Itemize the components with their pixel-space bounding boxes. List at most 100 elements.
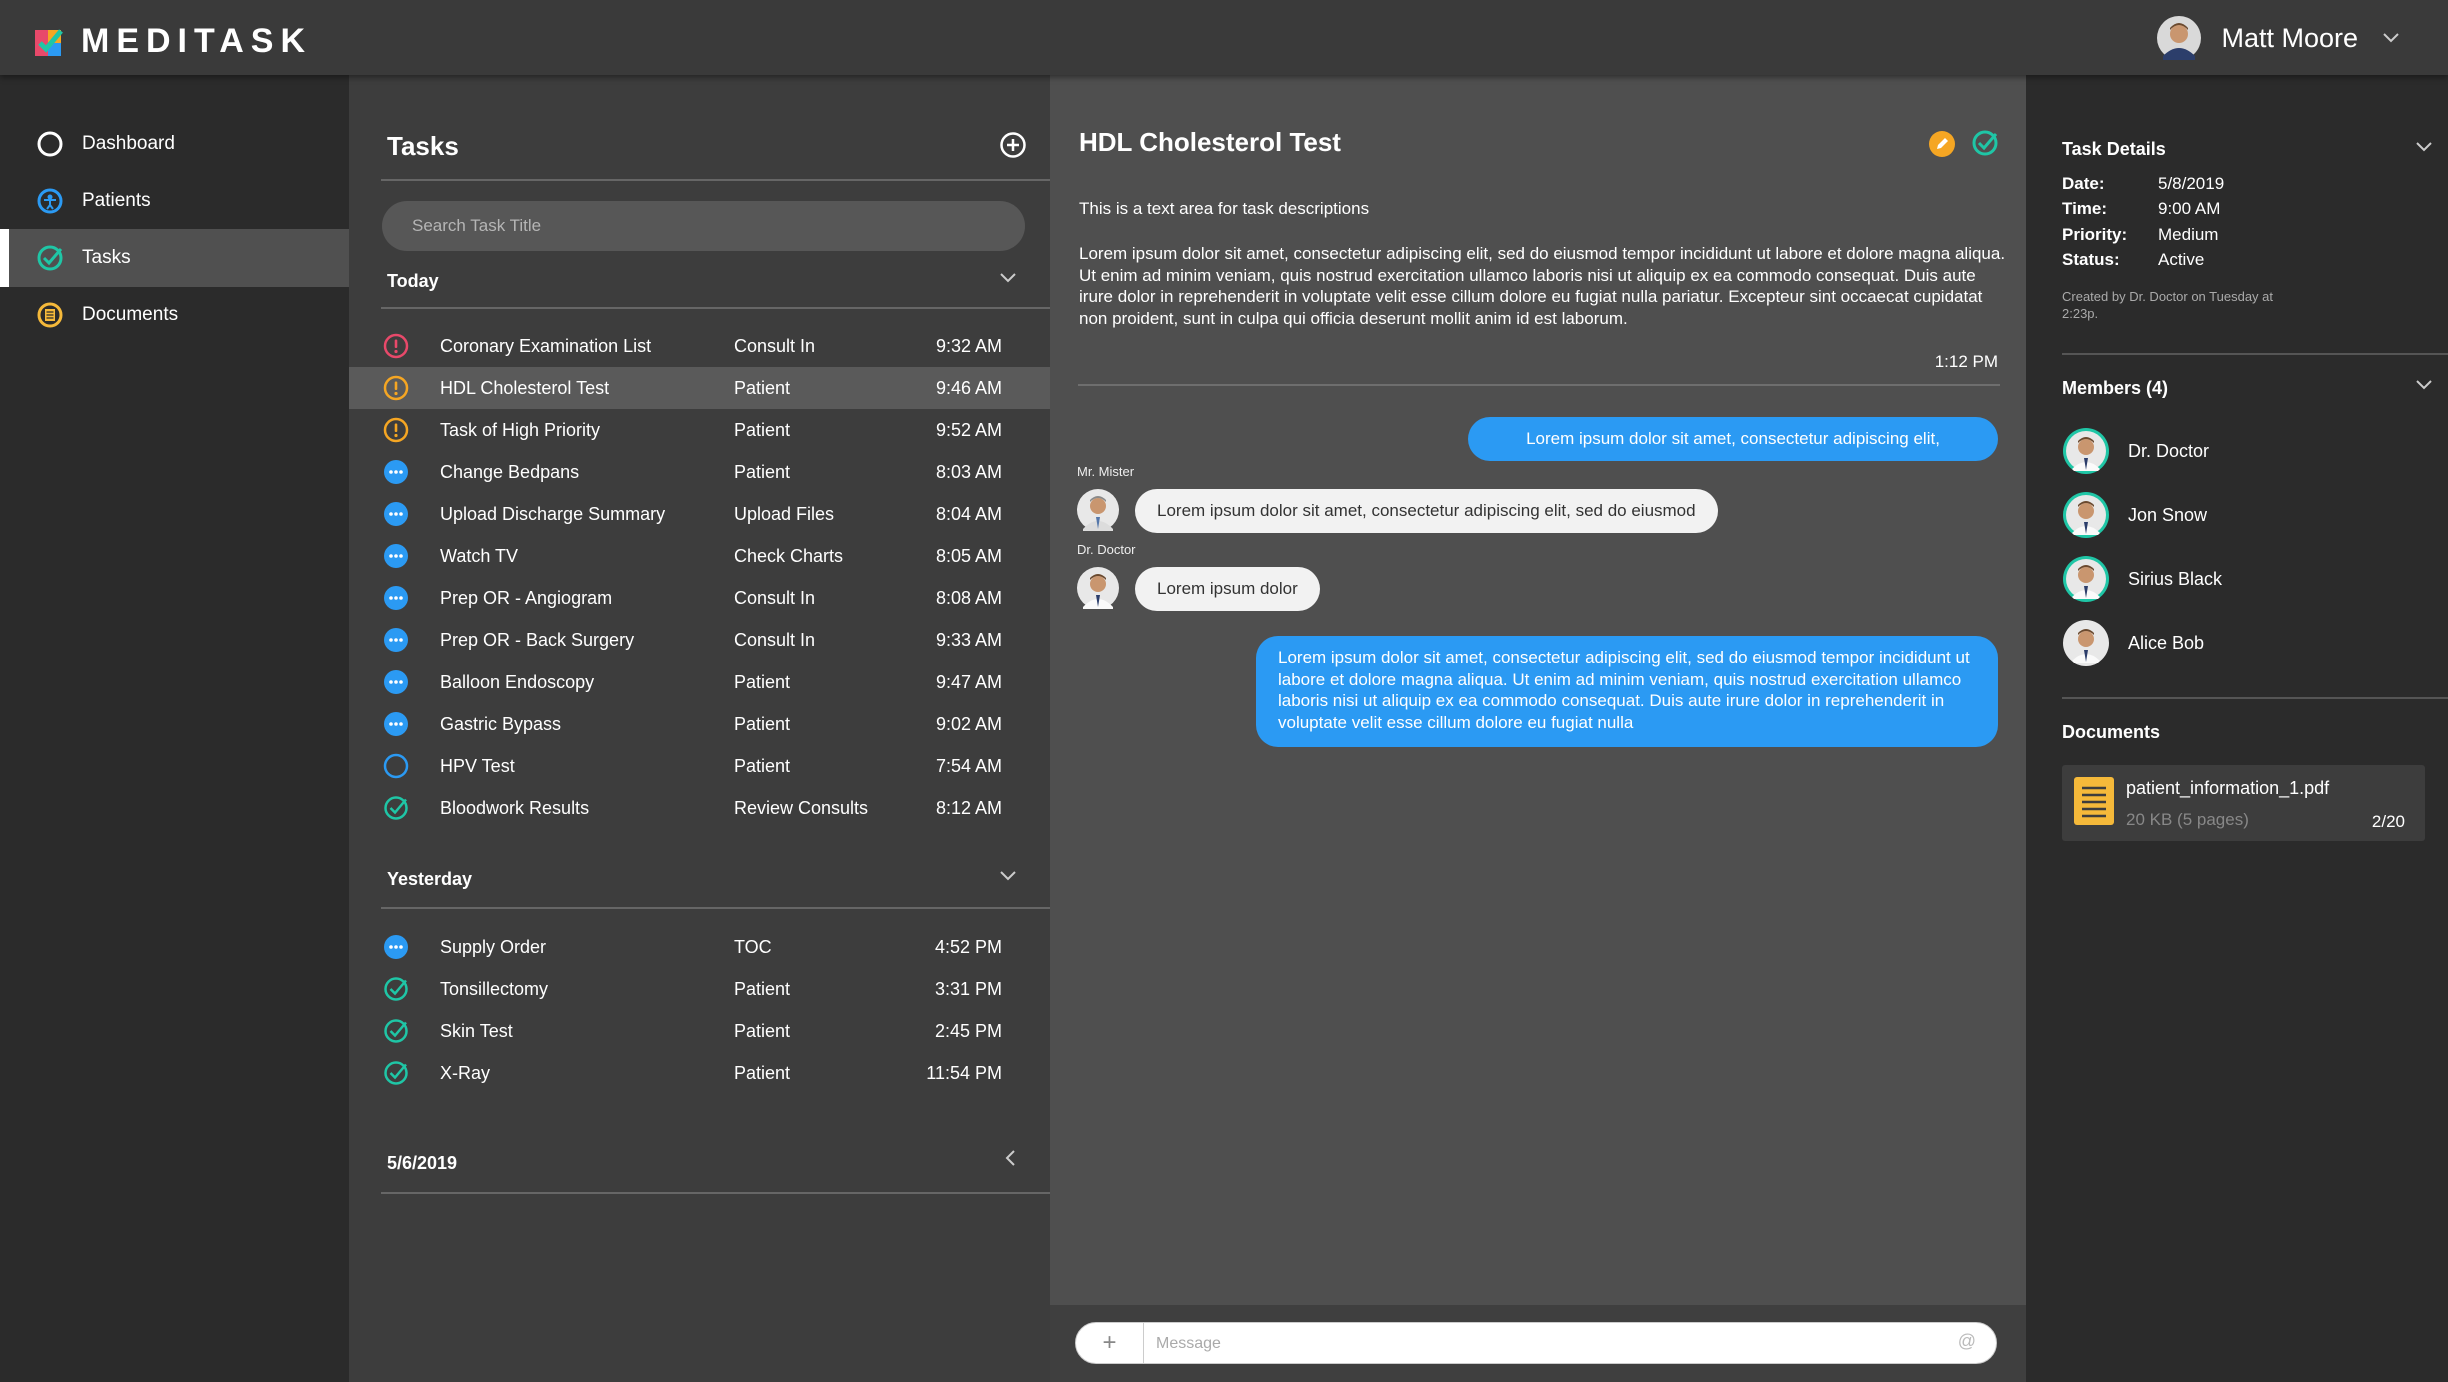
task-row[interactable]: Balloon Endoscopy Patient 9:47 AM <box>349 661 1050 703</box>
sidebar-item-documents[interactable]: Documents <box>0 286 349 344</box>
message-text: Lorem ipsum dolor sit amet, consectetur … <box>1278 648 1970 732</box>
member-item[interactable]: Sirius Black <box>2062 555 2222 603</box>
task-time: 9:02 AM <box>935 713 1002 734</box>
add-task-icon[interactable] <box>999 131 1027 159</box>
member-item[interactable]: Dr. Doctor <box>2062 427 2209 475</box>
task-type: Consult In <box>734 587 816 608</box>
task-type: Patient <box>734 671 791 692</box>
task-row[interactable]: HDL Cholesterol Test Patient 9:46 AM <box>349 367 1050 409</box>
message-incoming: Lorem ipsum dolor sit amet, consectetur … <box>1135 489 1718 533</box>
attach-button[interactable]: + <box>1076 1323 1144 1363</box>
task-title: HDL Cholesterol Test <box>1079 127 1341 157</box>
document-name: patient_information_1.pdf <box>2126 778 2330 798</box>
chevron-down-icon[interactable] <box>2415 379 2433 391</box>
task-row[interactable]: Skin Test Patient 2:45 PM <box>349 1010 1050 1052</box>
task-row[interactable]: Watch TV Check Charts 8:05 AM <box>349 535 1050 577</box>
member-name: Sirius Black <box>2128 568 2223 589</box>
divider <box>381 1192 1050 1194</box>
avatar[interactable] <box>1077 567 1119 609</box>
task-name: Coronary Examination List <box>440 335 652 356</box>
task-row[interactable]: X-Ray Patient 11:54 PM <box>349 1052 1050 1094</box>
task-row[interactable]: Tonsillectomy Patient 3:31 PM <box>349 968 1050 1010</box>
sidebar-item-label: Patients <box>82 190 151 211</box>
member-name: Alice Bob <box>2128 632 2205 653</box>
task-row[interactable]: Bloodwork Results Review Consults 8:12 AM <box>349 787 1050 829</box>
detail-key: Time: <box>2062 199 2108 218</box>
chevron-down-icon[interactable] <box>999 870 1017 882</box>
app-name: MEDITASK <box>81 22 313 60</box>
avatar <box>2063 556 2109 602</box>
task-type: Upload Files <box>734 503 835 524</box>
edit-icon[interactable] <box>1929 131 1955 157</box>
document-page: 2/20 <box>2371 812 2405 831</box>
task-row[interactable]: Prep OR - Back Surgery Consult In 9:33 AM <box>349 619 1050 661</box>
task-time: 9:52 AM <box>935 419 1002 440</box>
chevron-down-icon <box>2383 33 2399 43</box>
check-circle-icon <box>37 245 63 271</box>
task-row[interactable]: Coronary Examination List Consult In 9:32 … <box>349 325 1050 367</box>
task-row[interactable]: HPV Test Patient 7:54 AM <box>349 745 1050 787</box>
task-time: 8:03 AM <box>935 461 1002 482</box>
task-row[interactable]: Upload Discharge Summary Upload Files 8:04… <box>349 493 1050 535</box>
task-type: Patient <box>734 419 791 440</box>
sidebar-item-patients[interactable]: Patients <box>0 172 349 230</box>
chevron-down-icon[interactable] <box>2415 141 2433 153</box>
section-yesterday: Yesterday <box>387 869 473 889</box>
chevron-down-icon[interactable] <box>999 272 1017 284</box>
more-icon <box>384 460 408 484</box>
check-circle-icon <box>384 796 408 820</box>
task-name: Skin Test <box>440 1020 513 1041</box>
task-row[interactable]: Change Bedpans Patient 8:03 AM <box>349 451 1050 493</box>
members-heading: Members (4) <box>2062 378 2169 398</box>
check-circle-icon[interactable] <box>1971 129 1999 157</box>
detail-key: Priority: <box>2062 225 2128 244</box>
divider <box>2062 353 2448 355</box>
task-row[interactable]: Prep OR - Angiogram Consult In 8:08 AM <box>349 577 1050 619</box>
more-icon <box>384 628 408 652</box>
avatar[interactable] <box>1077 489 1119 531</box>
member-name: Jon Snow <box>2128 504 2208 525</box>
message-outgoing: Lorem ipsum dolor sit amet, consectetur … <box>1256 636 1998 747</box>
message-input[interactable] <box>1156 1331 1936 1357</box>
more-icon <box>384 586 408 610</box>
task-type: Review Consults <box>734 797 869 818</box>
task-row[interactable]: Task of High Priority Patient 9:52 AM <box>349 409 1050 451</box>
detail-key: Date: <box>2062 174 2105 193</box>
message-sender: Dr. Doctor <box>1077 542 1136 557</box>
mention-icon[interactable]: @ <box>1958 1331 1976 1352</box>
member-item[interactable]: Jon Snow <box>2062 491 2207 539</box>
message-incoming: Lorem ipsum dolor <box>1135 567 1320 611</box>
task-type: Patient <box>734 1020 791 1041</box>
detail-priority: Priority: Medium <box>2062 225 2218 245</box>
urgent-alert-icon <box>383 333 409 359</box>
task-time: 7:54 AM <box>935 755 1002 776</box>
task-time: 3:31 PM <box>934 978 1002 999</box>
warning-alert-icon <box>383 375 409 401</box>
sidebar-item-dashboard[interactable]: Dashboard <box>0 115 349 173</box>
created-note: Created by Dr. Doctor on Tuesday at 2:23… <box>2062 289 2273 321</box>
user-name: Matt Moore <box>2221 22 2358 53</box>
circle-icon <box>383 753 409 779</box>
check-circle-icon <box>384 977 408 1001</box>
app-logo[interactable]: MEDITASK <box>35 22 312 61</box>
document-meta: 20 KB (5 pages) <box>2126 810 2249 829</box>
task-info-panel: Task Details Date: 5/8/2019 Time: 9:00 AM … <box>2026 75 2448 1382</box>
detail-value: Active <box>2158 250 2205 269</box>
more-icon <box>384 502 408 526</box>
panel-title: Tasks <box>387 131 459 161</box>
search-input[interactable] <box>382 201 1025 251</box>
avatar <box>2063 492 2109 538</box>
sidebar: Dashboard Patients Tasks Documents <box>0 75 349 1382</box>
user-menu[interactable]: Matt Moore <box>2157 16 2400 60</box>
task-row[interactable]: Gastric Bypass Patient 9:02 AM <box>349 703 1050 745</box>
task-row[interactable]: Supply Order TOC 4:52 PM <box>349 926 1050 968</box>
sidebar-item-tasks[interactable]: Tasks <box>0 229 349 287</box>
member-item[interactable]: Alice Bob <box>2062 619 2204 667</box>
task-type: Consult In <box>734 335 816 356</box>
message-text: Lorem ipsum dolor sit amet, consectetur … <box>1157 501 1696 520</box>
document-item[interactable]: patient_information_1.pdf 20 KB (5 pages… <box>2062 765 2425 841</box>
task-time: 9:33 AM <box>935 629 1002 650</box>
chevron-left-icon[interactable] <box>1004 1149 1016 1167</box>
task-time: 9:32 AM <box>935 335 1002 356</box>
task-time: 11:54 PM <box>926 1062 1002 1083</box>
